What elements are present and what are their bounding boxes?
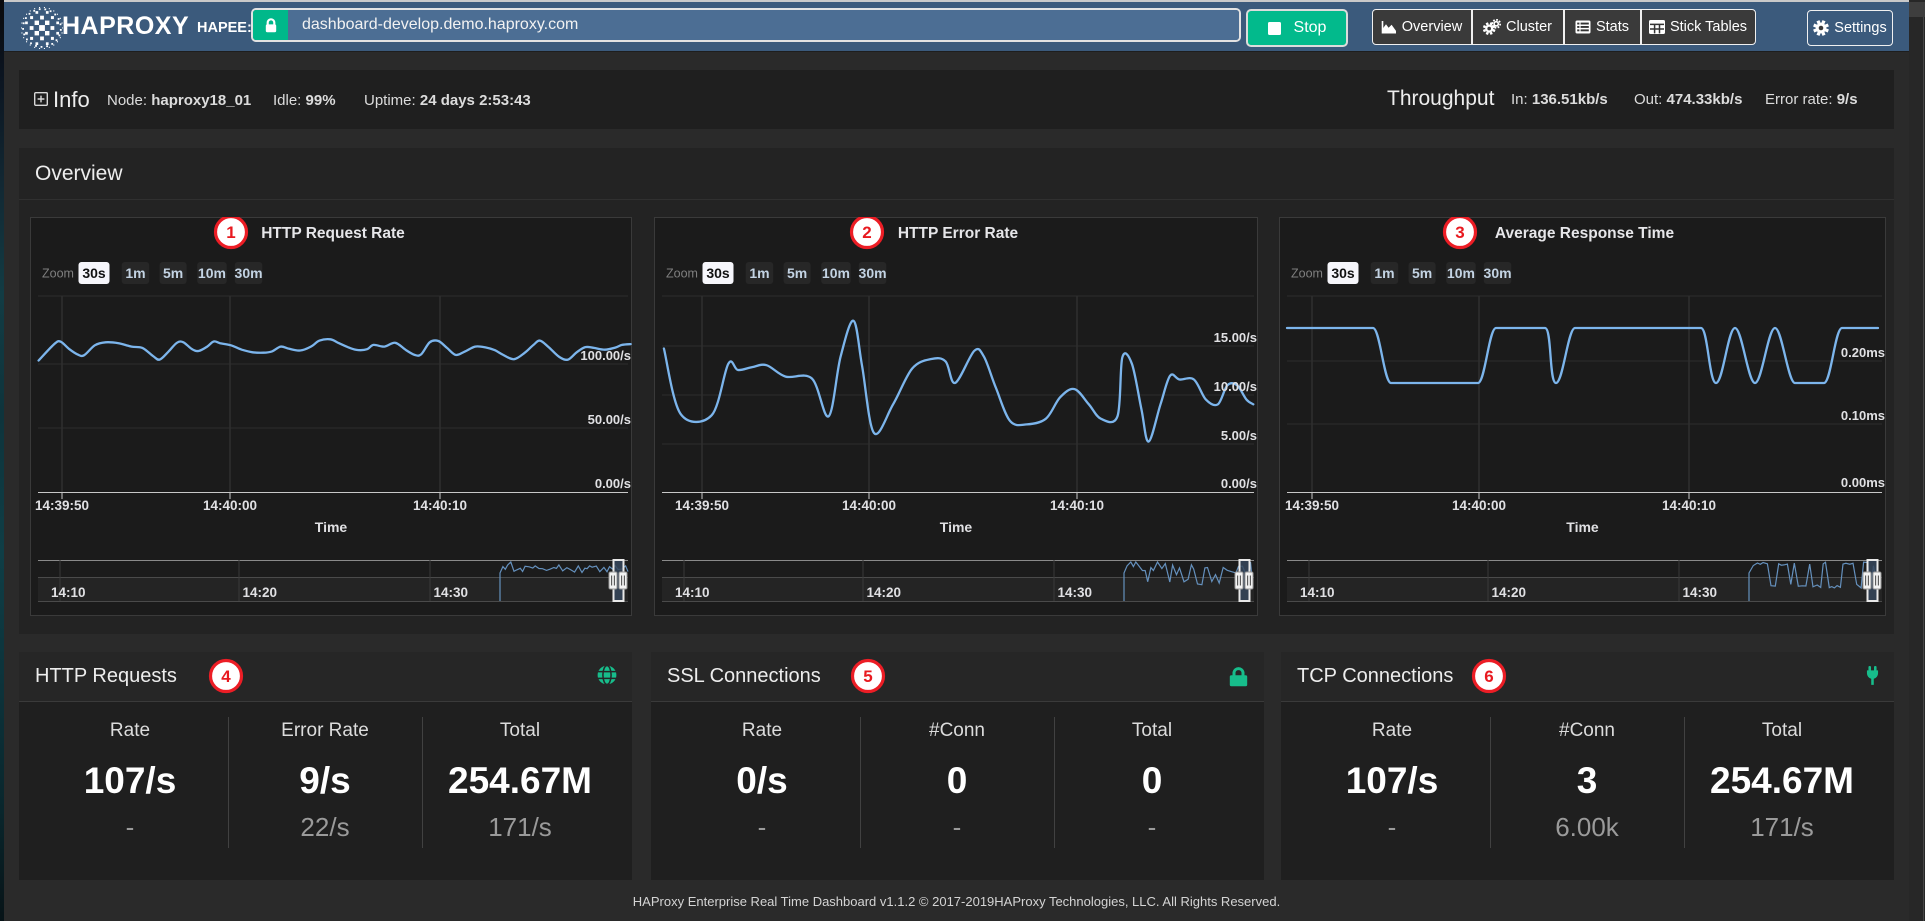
svg-text:10.00/s: 10.00/s xyxy=(1214,379,1257,394)
svg-text:0.00ms: 0.00ms xyxy=(1841,475,1885,490)
svg-text:14:40:00: 14:40:00 xyxy=(842,498,896,513)
svg-text:14:20: 14:20 xyxy=(867,585,902,600)
svg-text:50.00/s: 50.00/s xyxy=(588,412,631,427)
svg-text:14:39:50: 14:39:50 xyxy=(1285,498,1339,513)
svg-text:14:30: 14:30 xyxy=(434,585,469,600)
svg-text:10m: 10m xyxy=(198,265,226,281)
svg-text:14:39:50: 14:39:50 xyxy=(35,498,89,513)
svg-text:Zoom: Zoom xyxy=(666,267,698,281)
svg-text:14:20: 14:20 xyxy=(1492,585,1527,600)
svg-text:14:39:50: 14:39:50 xyxy=(675,498,729,513)
svg-text:Time: Time xyxy=(1566,519,1599,535)
svg-text:15.00/s: 15.00/s xyxy=(1214,330,1257,345)
svg-text:14:10: 14:10 xyxy=(1300,585,1335,600)
svg-text:5m: 5m xyxy=(787,265,807,281)
svg-text:1m: 1m xyxy=(1374,265,1394,281)
svg-text:5: 5 xyxy=(863,667,872,686)
svg-text:HTTP Error Rate: HTTP Error Rate xyxy=(898,225,1019,242)
svg-text:5m: 5m xyxy=(1412,265,1432,281)
svg-text:30m: 30m xyxy=(1484,265,1512,281)
svg-text:14:30: 14:30 xyxy=(1058,585,1093,600)
svg-text:100.00/s: 100.00/s xyxy=(580,348,631,363)
svg-text:14:40:00: 14:40:00 xyxy=(1452,498,1506,513)
svg-text:1: 1 xyxy=(226,223,235,242)
svg-text:30s: 30s xyxy=(1331,265,1355,281)
svg-text:Zoom: Zoom xyxy=(42,267,74,281)
svg-text:0.00/s: 0.00/s xyxy=(595,476,631,491)
svg-text:14:40:00: 14:40:00 xyxy=(203,498,257,513)
svg-text:14:20: 14:20 xyxy=(243,585,278,600)
svg-text:Time: Time xyxy=(315,519,348,535)
svg-text:Time: Time xyxy=(940,519,973,535)
svg-text:5m: 5m xyxy=(163,265,183,281)
svg-text:10m: 10m xyxy=(1447,265,1475,281)
svg-text:14:10: 14:10 xyxy=(675,585,710,600)
svg-text:1m: 1m xyxy=(125,265,145,281)
svg-text:0.10ms: 0.10ms xyxy=(1841,408,1885,423)
svg-text:30m: 30m xyxy=(235,265,263,281)
svg-text:4: 4 xyxy=(221,667,231,686)
svg-text:1m: 1m xyxy=(749,265,769,281)
svg-text:Zoom: Zoom xyxy=(1291,267,1323,281)
svg-text:14:40:10: 14:40:10 xyxy=(1662,498,1716,513)
svg-text:14:10: 14:10 xyxy=(51,585,86,600)
svg-text:2: 2 xyxy=(862,223,871,242)
svg-text:30s: 30s xyxy=(706,265,730,281)
svg-text:0.00/s: 0.00/s xyxy=(1221,476,1257,491)
svg-text:30s: 30s xyxy=(82,265,106,281)
svg-text:14:40:10: 14:40:10 xyxy=(413,498,467,513)
svg-text:5.00/s: 5.00/s xyxy=(1221,428,1257,443)
svg-text:30m: 30m xyxy=(859,265,887,281)
svg-text:10m: 10m xyxy=(822,265,850,281)
svg-text:14:40:10: 14:40:10 xyxy=(1050,498,1104,513)
svg-text:3: 3 xyxy=(1455,223,1464,242)
svg-text:Average Response Time: Average Response Time xyxy=(1495,225,1675,242)
svg-text:14:30: 14:30 xyxy=(1683,585,1718,600)
svg-text:6: 6 xyxy=(1484,667,1493,686)
svg-text:HTTP Request Rate: HTTP Request Rate xyxy=(261,225,405,242)
svg-text:0.20ms: 0.20ms xyxy=(1841,345,1885,360)
